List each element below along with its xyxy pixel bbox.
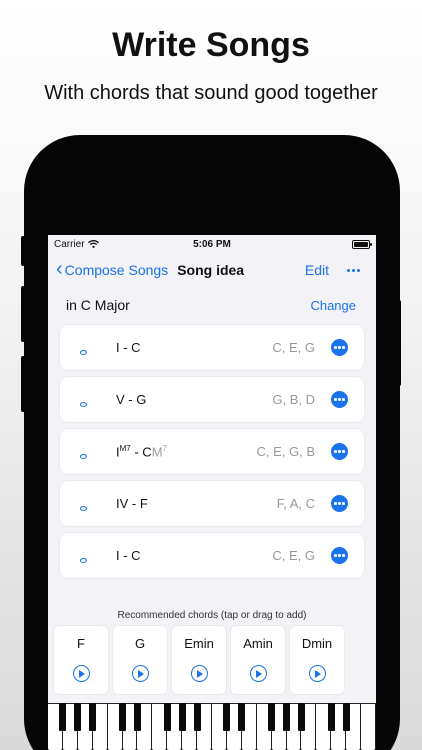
- back-button-label: Compose Songs: [64, 262, 169, 278]
- whole-note-icon: [80, 558, 87, 563]
- chord-numeral: IV - F: [116, 496, 148, 511]
- piano-black-key[interactable]: [238, 703, 246, 731]
- app-screen: Carrier 5:06 PM ‹ Compose Songs Song ide…: [48, 235, 376, 750]
- change-key-button[interactable]: Change: [310, 298, 356, 313]
- piano-black-key[interactable]: [89, 703, 97, 731]
- chord-notes: G, B, D: [272, 392, 315, 407]
- piano-black-key[interactable]: [342, 703, 350, 731]
- play-icon[interactable]: [190, 665, 208, 682]
- piano-black-key[interactable]: [133, 703, 141, 731]
- recommended-chord-name: F: [77, 636, 85, 651]
- piano-black-key[interactable]: [119, 703, 127, 731]
- recommended-chord-card[interactable]: Amin: [231, 626, 285, 694]
- whole-note-icon: [80, 402, 87, 407]
- edit-button[interactable]: Edit: [305, 262, 329, 278]
- chord-options-button[interactable]: [331, 391, 348, 408]
- piano-black-key[interactable]: [223, 703, 231, 731]
- recommended-chord-card[interactable]: F: [54, 626, 108, 694]
- piano-black-key[interactable]: [268, 703, 276, 731]
- recommended-chord-name: G: [134, 636, 146, 651]
- chord-options-button[interactable]: [331, 339, 348, 356]
- chord-options-button[interactable]: [331, 443, 348, 460]
- chord-numeral: I - C: [116, 340, 141, 355]
- battery-icon: [352, 239, 372, 249]
- play-icon[interactable]: [249, 665, 267, 682]
- chord-numeral: IM7 - CM7: [116, 443, 167, 460]
- chord-notes: C, E, G, B: [256, 444, 315, 459]
- page-title: Song idea: [177, 262, 245, 278]
- status-bar: Carrier 5:06 PM: [48, 235, 376, 253]
- wifi-icon: [87, 240, 99, 248]
- recommended-chords: F G Emin Amin Dmin: [48, 626, 376, 694]
- promo-headline: Write Songs: [112, 26, 310, 64]
- key-label: in C Major: [66, 297, 130, 313]
- whole-note-icon: [80, 350, 87, 355]
- recommended-chord-card[interactable]: G: [113, 626, 167, 694]
- chord-row[interactable]: I - C C, E, G: [60, 325, 364, 370]
- promo-subline: With chords that sound good together: [44, 82, 378, 104]
- piano-keyboard[interactable]: [48, 703, 376, 750]
- chord-row[interactable]: I - C C, E, G: [60, 533, 364, 578]
- key-row: in C Major Change: [48, 287, 376, 323]
- whole-note-icon: [80, 506, 87, 511]
- recommended-chord-name: Dmin: [301, 636, 333, 651]
- piano-black-key[interactable]: [193, 703, 201, 731]
- chord-progression-list: I - C C, E, G V - G G, B, D IM7 - CM7 C,…: [48, 325, 376, 578]
- play-icon[interactable]: [72, 665, 90, 682]
- piano-black-key[interactable]: [59, 703, 67, 731]
- piano-black-key[interactable]: [297, 703, 305, 731]
- recommended-chord-card[interactable]: Emin: [172, 626, 226, 694]
- chord-notes: C, E, G: [272, 548, 315, 563]
- chord-options-button[interactable]: [331, 495, 348, 512]
- recommended-label: Recommended chords (tap or drag to add): [117, 610, 307, 621]
- piano-black-key[interactable]: [327, 703, 335, 731]
- carrier: Carrier: [54, 239, 99, 250]
- chord-numeral: I - C: [116, 548, 141, 563]
- recommended-chord-name: Amin: [243, 636, 273, 651]
- chord-notes: C, E, G: [272, 340, 315, 355]
- chord-numeral: V - G: [116, 392, 147, 407]
- chord-options-button[interactable]: [331, 547, 348, 564]
- piano-black-key[interactable]: [178, 703, 186, 731]
- navigation-bar: ‹ Compose Songs Song idea Edit: [48, 253, 376, 287]
- play-icon[interactable]: [131, 665, 149, 682]
- piano-white-key[interactable]: [361, 704, 375, 750]
- recommended-chord-card[interactable]: Dmin: [290, 626, 344, 694]
- recommended-chord-name: Emin: [184, 636, 214, 651]
- piano-black-key[interactable]: [283, 703, 291, 731]
- chord-row[interactable]: IM7 - CM7 C, E, G, B: [60, 429, 364, 474]
- play-icon[interactable]: [308, 665, 326, 682]
- whole-note-icon: [80, 454, 87, 459]
- chevron-left-icon: ‹: [56, 258, 63, 280]
- chord-row[interactable]: IV - F F, A, C: [60, 481, 364, 526]
- more-options-icon[interactable]: [347, 268, 360, 272]
- chord-row[interactable]: V - G G, B, D: [60, 377, 364, 422]
- chord-notes: F, A, C: [276, 496, 315, 511]
- piano-black-key[interactable]: [74, 703, 82, 731]
- carrier-label: Carrier: [54, 238, 85, 250]
- piano-black-key[interactable]: [163, 703, 171, 731]
- back-button[interactable]: ‹ Compose Songs: [56, 258, 169, 280]
